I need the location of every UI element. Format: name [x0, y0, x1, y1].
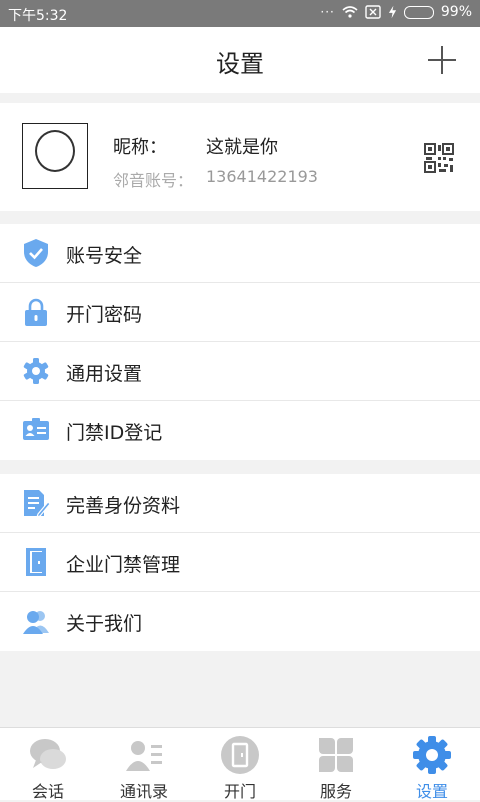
menu-item-access-id-register[interactable]: 门禁ID登记 [0, 401, 480, 460]
edit-document-icon [24, 490, 50, 518]
menu-item-about-us[interactable]: 关于我们 [0, 592, 480, 651]
menu-item-general-settings[interactable]: 通用设置 [0, 342, 480, 401]
account-value: 13641422193 [206, 167, 318, 186]
settings-group-2: 完善身份资料 企业门禁管理 关于我们 [0, 474, 480, 651]
users-icon [23, 611, 49, 634]
menu-item-account-security[interactable]: 账号安全 [0, 224, 480, 283]
menu-item-complete-profile[interactable]: 完善身份资料 [0, 474, 480, 533]
chat-icon [30, 739, 66, 769]
id-card-icon [23, 418, 49, 440]
door-open-icon [221, 736, 259, 774]
menu-item-label: 开门密码 [66, 304, 143, 326]
tab-services[interactable]: 服务 [288, 728, 384, 801]
tab-label: 服务 [319, 782, 352, 801]
door-icon [26, 548, 46, 576]
menu-item-label: 企业门禁管理 [66, 554, 181, 576]
shield-icon [24, 239, 48, 267]
gear-icon [23, 358, 49, 384]
tab-chat[interactable]: 会话 [0, 728, 96, 801]
menu-item-label: 关于我们 [66, 613, 143, 635]
menu-item-label: 门禁ID登记 [66, 422, 163, 444]
services-icon [319, 738, 353, 772]
charging-icon [388, 5, 396, 19]
status-bar: 下午5:32 ··· 99% [0, 0, 480, 27]
menu-item-label: 完善身份资料 [66, 495, 181, 517]
bottom-tab-bar: 会话 通讯录 开门 服务 设置 [0, 727, 480, 801]
contacts-icon [126, 741, 162, 771]
menu-item-label: 通用设置 [66, 363, 143, 385]
sim-off-icon [365, 5, 381, 19]
tab-label: 通讯录 [119, 782, 168, 801]
header: 设置 [0, 27, 480, 93]
settings-group-1: 账号安全 开门密码 通用设置 门禁ID登记 [0, 224, 480, 460]
status-time: 下午5:32 [8, 8, 68, 24]
signal-dots-icon: ··· [320, 5, 335, 19]
page-title: 设置 [216, 50, 264, 78]
wifi-icon [342, 6, 358, 18]
qr-code-icon[interactable] [424, 143, 454, 173]
nickname-value: 这就是你 [206, 137, 278, 158]
nickname-label: 昵称： [113, 137, 167, 158]
tab-settings[interactable]: 设置 [384, 728, 480, 801]
tab-label: 会话 [31, 782, 64, 801]
battery-percent: 99% [440, 4, 472, 20]
account-label: 邻音账号： [113, 171, 194, 190]
add-button[interactable] [428, 46, 456, 74]
tab-label: 设置 [415, 782, 448, 801]
avatar[interactable] [22, 123, 88, 189]
status-icons: ··· 99% [320, 4, 472, 20]
profile-card[interactable]: 昵称： 这就是你 邻音账号： 13641422193 [0, 103, 480, 211]
tab-open-door[interactable]: 开门 [192, 728, 288, 801]
menu-item-label: 账号安全 [66, 245, 143, 267]
tab-contacts[interactable]: 通讯录 [96, 728, 192, 801]
battery-icon [403, 5, 434, 19]
lock-icon [25, 298, 47, 326]
gear-icon [413, 736, 451, 774]
tab-label: 开门 [223, 782, 256, 801]
menu-item-enterprise-access[interactable]: 企业门禁管理 [0, 533, 480, 592]
avatar-face [35, 130, 75, 172]
menu-item-door-password[interactable]: 开门密码 [0, 283, 480, 342]
